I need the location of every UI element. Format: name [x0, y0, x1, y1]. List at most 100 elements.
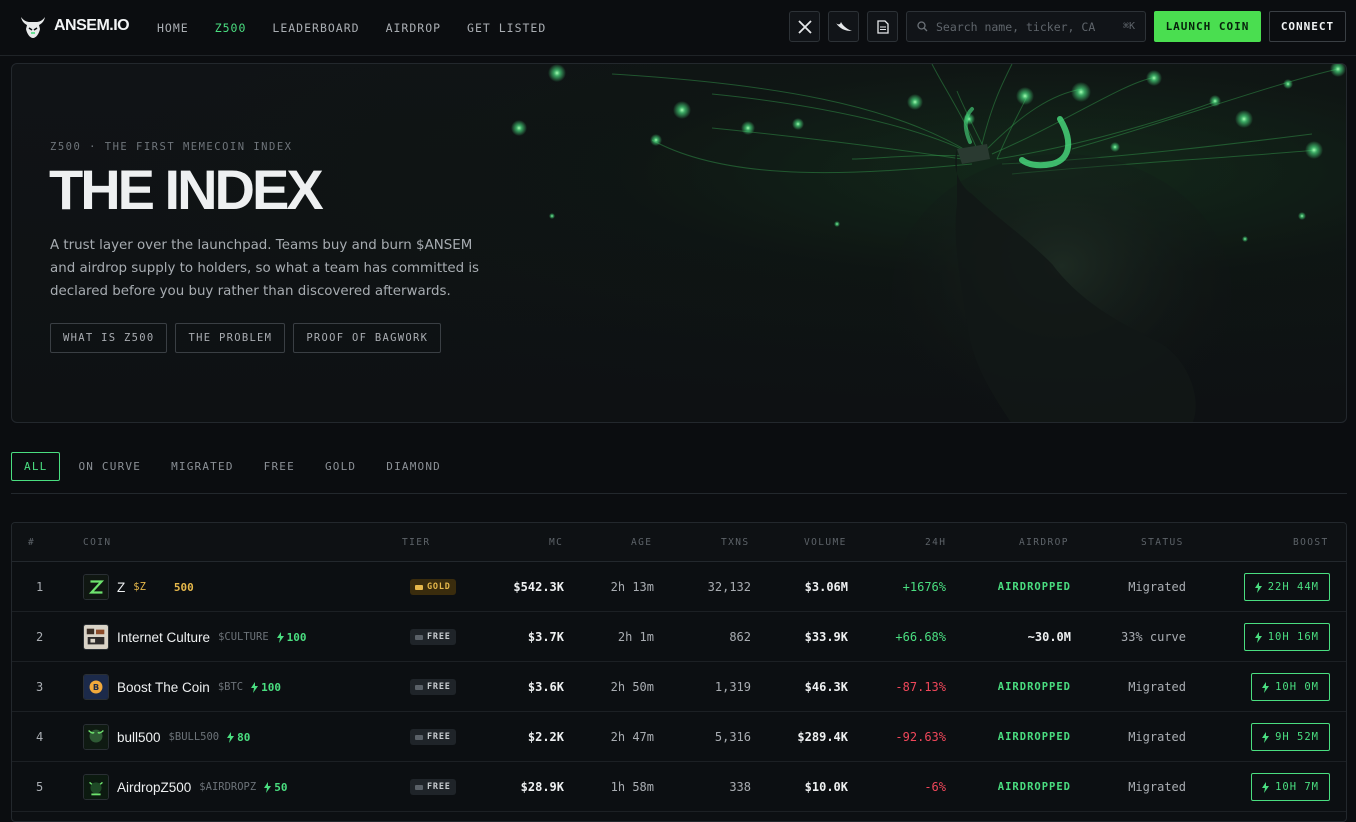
brand-logo[interactable]: ANSEM.IO [18, 11, 130, 41]
coin-avatar: B [83, 674, 109, 700]
bolt-icon [1254, 631, 1262, 643]
coin-ticker: $CULTURE [218, 631, 269, 643]
what-is-z500-button[interactable]: WHAT IS Z500 [50, 323, 168, 353]
change-value: +66.68% [895, 630, 946, 644]
status-value: Migrated [1128, 780, 1186, 794]
txns-value: 5,316 [714, 730, 751, 744]
search-icon [917, 21, 928, 32]
tab-free[interactable]: FREE [264, 460, 295, 473]
airdrop-value: ~30.0M [1027, 630, 1071, 644]
hero-buttons: WHAT IS Z500 THE PROBLEM PROOF OF BAGWOR… [50, 323, 442, 353]
nav-z500[interactable]: Z500 [215, 21, 247, 35]
bolt-icon [1262, 681, 1270, 693]
col-airdrop[interactable]: AIRDROP [1019, 537, 1069, 548]
volume-value: $10.0K [804, 780, 848, 794]
table-row[interactable]: 1 Z $Z 500 GOLD $542.3K 2h 13m 32,132 $3… [12, 562, 1346, 612]
txns-value: 32,132 [707, 580, 751, 594]
table-row[interactable]: 4 bull500 $BULL500 80 FREE $2.2K 2h 47m … [12, 712, 1346, 762]
coin-name: AirdropZ500 [117, 779, 192, 795]
nav-get-listed[interactable]: GET LISTED [467, 21, 546, 35]
x-icon [797, 19, 812, 34]
table-row[interactable]: 2 Internet Culture $CULTURE 100 FREE $3.… [12, 612, 1346, 662]
x-social-button[interactable] [789, 11, 820, 42]
table-row[interactable]: 5 AirdropZ500 $AIRDROPZ 50 FREE $28.9K 1… [12, 762, 1346, 812]
age-value: 2h 47m [610, 730, 654, 744]
status-value: Migrated [1128, 580, 1186, 594]
col-age[interactable]: AGE [631, 537, 652, 548]
boost-button[interactable]: 9H 52M [1251, 723, 1330, 751]
coin-cell[interactable]: bull500 $BULL500 80 [83, 712, 403, 762]
tab-all[interactable]: ALL [11, 452, 61, 481]
feather-social-button[interactable] [828, 11, 859, 42]
tier-cell: FREE [410, 662, 470, 712]
bolt-icon [251, 681, 259, 693]
tier-icon [415, 734, 423, 740]
tab-migrated[interactable]: MIGRATED [171, 460, 234, 473]
age-value: 2h 50m [610, 680, 654, 694]
airdrop-value: AIRDROPPED [997, 781, 1071, 793]
nav-airdrop[interactable]: AIRDROP [386, 21, 441, 35]
tier-icon [415, 784, 423, 790]
mc-value: $28.9K [520, 780, 564, 794]
col-mc[interactable]: MC [549, 537, 563, 548]
table-row[interactable]: 3 B Boost The Coin $BTC 100 FREE $3.6K 2… [12, 662, 1346, 712]
boost-button[interactable]: 10H 16M [1243, 623, 1330, 651]
bolt-icon [276, 631, 284, 643]
hero-description: A trust layer over the launchpad. Teams … [50, 238, 480, 299]
filter-tabs: ALL ON CURVE MIGRATED FREE GOLD DIAMOND [11, 452, 471, 481]
bolt-icon [1262, 781, 1270, 793]
boost-button[interactable]: 10H 0M [1251, 673, 1330, 701]
col-24h[interactable]: 24H [925, 537, 946, 548]
col-boost[interactable]: BOOST [1293, 537, 1329, 548]
tab-gold[interactable]: GOLD [325, 460, 356, 473]
search-input[interactable] [936, 19, 1106, 34]
svg-text:B: B [93, 682, 99, 692]
tab-on-curve[interactable]: ON CURVE [78, 460, 141, 473]
boost-button[interactable]: 22H 44M [1243, 573, 1330, 601]
coin-name: bull500 [117, 729, 161, 745]
mc-value: $3.6K [527, 680, 564, 694]
coin-points: 80 [227, 731, 250, 744]
boost-cell: 22H 44M [1192, 562, 1330, 612]
col-status[interactable]: STATUS [1141, 537, 1184, 548]
search-box[interactable]: ⌘K [906, 11, 1146, 42]
col-tier[interactable]: TIER [402, 537, 430, 548]
coin-avatar [83, 774, 109, 800]
coin-cell[interactable]: Internet Culture $CULTURE 100 [83, 612, 403, 662]
status-value: 33% curve [1120, 630, 1186, 644]
coin-cell[interactable]: Z $Z 500 [83, 562, 403, 612]
bolt-icon [1254, 581, 1262, 593]
col-coin[interactable]: COIN [83, 537, 111, 548]
coin-cell[interactable]: B Boost The Coin $BTC 100 [83, 662, 403, 712]
boost-button[interactable]: 10H 7M [1251, 773, 1330, 801]
row-rank: 2 [36, 630, 44, 644]
coin-avatar [83, 574, 109, 600]
row-rank: 3 [36, 680, 44, 694]
col-txns[interactable]: TXNS [721, 537, 749, 548]
hero-eyebrow: Z500 · THE FIRST MEMECOIN INDEX [50, 141, 293, 153]
row-rank: 5 [36, 780, 44, 794]
col-rank[interactable]: # [28, 537, 35, 548]
connect-button[interactable]: CONNECT [1269, 11, 1346, 42]
coin-name: Internet Culture [117, 629, 211, 645]
tier-cell: FREE [410, 712, 470, 762]
tier-icon [415, 684, 423, 690]
tab-diamond[interactable]: DIAMOND [386, 460, 441, 473]
nav-leaderboard[interactable]: LEADERBOARD [272, 21, 359, 35]
hero-banner: Z500 · THE FIRST MEMECOIN INDEX THE INDE… [11, 63, 1347, 423]
proof-of-bagwork-button[interactable]: PROOF OF BAGWORK [293, 323, 442, 353]
boost-cell: 10H 0M [1192, 662, 1330, 712]
age-value: 1h 58m [610, 780, 654, 794]
launch-coin-button[interactable]: LAUNCH COIN [1154, 11, 1261, 42]
nav-home[interactable]: HOME [157, 21, 189, 35]
col-volume[interactable]: VOLUME [804, 537, 847, 548]
boost-cell: 10H 16M [1192, 612, 1330, 662]
bolt-icon [1262, 731, 1270, 743]
the-problem-button[interactable]: THE PROBLEM [175, 323, 286, 353]
table-header: # COIN TIER MC AGE TXNS VOLUME 24H AIRDR… [12, 523, 1346, 562]
tier-badge: FREE [410, 729, 456, 745]
coin-avatar [83, 624, 109, 650]
docs-button[interactable] [867, 11, 898, 42]
coin-points: 500 [173, 580, 194, 594]
coin-cell[interactable]: AirdropZ500 $AIRDROPZ 50 [83, 762, 403, 812]
